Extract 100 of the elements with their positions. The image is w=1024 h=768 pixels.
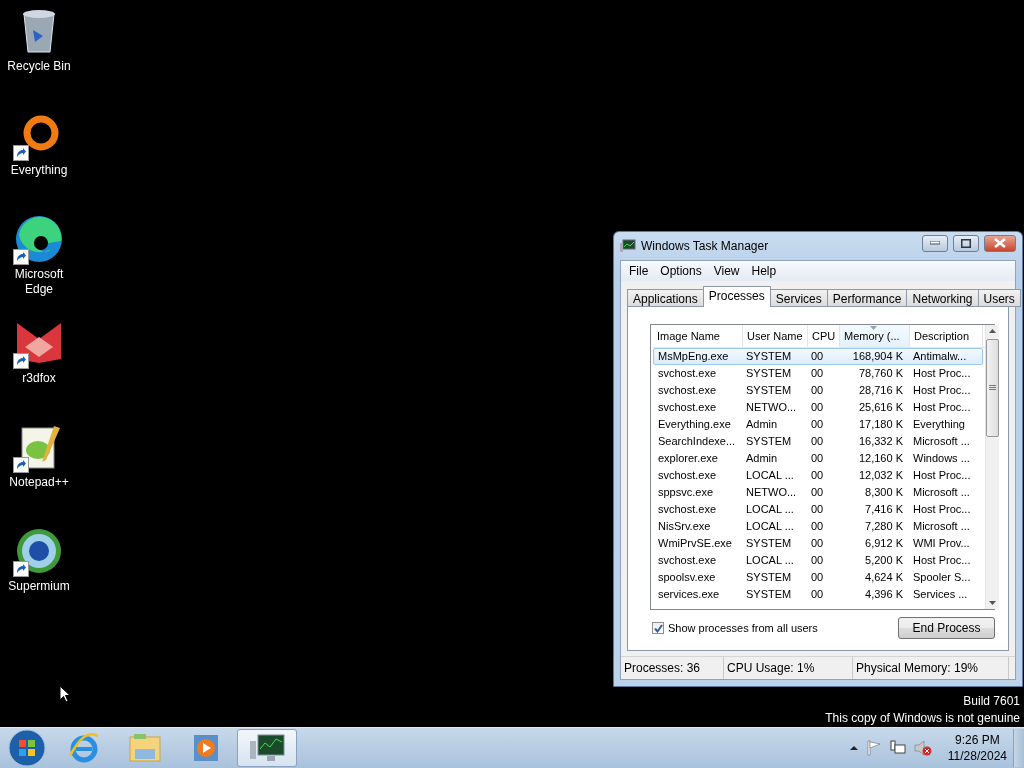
table-cell-text: Admin bbox=[745, 451, 779, 466]
minimize-button[interactable] bbox=[922, 234, 948, 252]
table-cell-text: 7,280 K bbox=[864, 519, 904, 534]
table-cell-text: 00 bbox=[810, 485, 825, 500]
table-cell-text: Admin bbox=[745, 417, 779, 432]
end-process-button[interactable]: End Process bbox=[898, 617, 995, 639]
table-cell-text: LOCAL ... bbox=[745, 502, 795, 517]
process-row[interactable]: services.exe SYSTEM 00 4,396 K Services ... bbox=[653, 586, 983, 603]
tab[interactable]: Performance bbox=[826, 289, 908, 307]
table-cell-text: SYSTEM bbox=[745, 587, 793, 602]
process-row[interactable]: Everything.exe Admin 00 17,180 K Everything bbox=[653, 416, 983, 433]
process-row[interactable]: svchost.exe LOCAL ... 00 12,032 K Host Proc... bbox=[653, 467, 983, 484]
menu-item[interactable]: View bbox=[707, 264, 746, 278]
muted-speaker-icon[interactable] bbox=[913, 740, 932, 756]
menu-item[interactable]: Options bbox=[654, 264, 708, 278]
tab[interactable]: Processes bbox=[702, 286, 771, 307]
window-title: Windows Task Manager bbox=[641, 239, 770, 253]
table-cell-text: WMI Prov... bbox=[912, 536, 971, 551]
status-text: Processes: 36 bbox=[621, 657, 724, 679]
process-row[interactable]: svchost.exe LOCAL ... 00 5,200 K Host Proc... bbox=[653, 552, 983, 569]
table-cell-text: Everything bbox=[912, 417, 966, 432]
table-cell-text: 12,032 K bbox=[857, 468, 904, 483]
table-cell-text: svchost.exe bbox=[657, 553, 718, 568]
globe-logo-icon bbox=[16, 528, 62, 574]
table-cell-text: svchost.exe bbox=[657, 400, 718, 415]
desktop-icon-label[interactable]: Supermium bbox=[1, 579, 77, 594]
menu-item[interactable]: Help bbox=[745, 264, 783, 278]
menu-item[interactable]: File bbox=[623, 264, 655, 278]
start-button[interactable] bbox=[8, 729, 46, 767]
clock[interactable]: 9:26 PM 11/28/2024 bbox=[947, 732, 1007, 764]
desktop-icon-label[interactable]: Everything bbox=[1, 163, 77, 178]
process-row[interactable]: svchost.exe SYSTEM 00 78,760 K Host Proc... bbox=[653, 365, 983, 382]
table-cell-text: MsMpEng.exe bbox=[657, 349, 730, 364]
table-cell-text: LOCAL ... bbox=[745, 519, 795, 534]
table-cell-text: 5,200 K bbox=[864, 553, 904, 568]
table-cell-text: svchost.exe bbox=[657, 366, 718, 381]
table-cell-text: 12,160 K bbox=[857, 451, 904, 466]
table-cell-text: Host Proc... bbox=[912, 502, 972, 517]
desktop-icon-label[interactable]: Notepad++ bbox=[1, 475, 77, 490]
table-cell-text: Windows ... bbox=[912, 451, 971, 466]
table-cell-text: 00 bbox=[810, 349, 825, 364]
table-cell-text: spoolsv.exe bbox=[657, 570, 717, 585]
table-cell-text: sppsvc.exe bbox=[657, 485, 715, 500]
process-row[interactable]: WmiPrvSE.exe SYSTEM 00 6,912 K WMI Prov... bbox=[653, 535, 983, 552]
show-hidden-icons-icon[interactable] bbox=[849, 745, 858, 751]
tab[interactable]: Services bbox=[769, 289, 828, 307]
recycle-bin-icon bbox=[21, 8, 57, 54]
table-cell-text: SYSTEM bbox=[745, 383, 793, 398]
table-cell-text: Host Proc... bbox=[912, 383, 972, 398]
scrollbar[interactable] bbox=[985, 325, 999, 609]
monitor-chart-icon bbox=[249, 733, 285, 763]
table-cell-text: WmiPrvSE.exe bbox=[657, 536, 733, 551]
desktop-icon-label[interactable]: Microsoft Edge bbox=[1, 267, 77, 297]
table-cell-text: 25,616 K bbox=[857, 400, 904, 415]
table-cell-text: 00 bbox=[810, 400, 825, 415]
tab[interactable]: Networking bbox=[906, 289, 979, 307]
table-cell-text: SearchIndexe... bbox=[657, 434, 737, 449]
checkbox-label: Show processes from all users bbox=[668, 622, 818, 634]
process-row[interactable]: MsMpEng.exe SYSTEM 00 168,904 K Antimalw... bbox=[653, 348, 983, 365]
network-icon[interactable] bbox=[889, 740, 906, 756]
desktop-icon-label[interactable]: r3dfox bbox=[1, 371, 77, 386]
process-row[interactable]: explorer.exe Admin 00 12,160 K Windows ... bbox=[653, 450, 983, 467]
watermark-text: Build 7601 bbox=[963, 693, 1020, 710]
tab[interactable]: Users bbox=[977, 289, 1021, 307]
tab[interactable]: Applications bbox=[627, 289, 704, 307]
table-cell-text: NisSrv.exe bbox=[657, 519, 712, 534]
process-row[interactable]: NisSrv.exe LOCAL ... 00 7,280 K Microsoft ... bbox=[653, 518, 983, 535]
table-cell-text: Host Proc... bbox=[912, 468, 972, 483]
table-cell-text: Spooler S... bbox=[912, 570, 972, 585]
grip-icon bbox=[989, 385, 996, 391]
flag-icon[interactable] bbox=[865, 740, 882, 756]
table-cell-text: Services ... bbox=[912, 587, 969, 602]
close-button[interactable] bbox=[984, 234, 1016, 252]
table-cell-text: 00 bbox=[810, 383, 825, 398]
column-header[interactable]: Memory (... bbox=[840, 325, 910, 347]
process-row[interactable]: SearchIndexe... SYSTEM 00 16,332 K Microsoft ... bbox=[653, 433, 983, 450]
maximize-button[interactable] bbox=[953, 234, 979, 252]
desktop-icon-label[interactable]: Recycle Bin bbox=[1, 59, 77, 74]
table-cell-text: NETWO... bbox=[745, 400, 798, 415]
process-row[interactable]: svchost.exe LOCAL ... 00 7,416 K Host Proc... bbox=[653, 501, 983, 518]
table-cell-text: 00 bbox=[810, 468, 825, 483]
taskbar-button[interactable] bbox=[237, 729, 297, 767]
wave-logo-icon bbox=[15, 215, 63, 263]
table-cell-text: 17,180 K bbox=[857, 417, 904, 432]
table-cell-text: 6,912 K bbox=[864, 536, 904, 551]
table-cell-text: 00 bbox=[810, 434, 825, 449]
table-cell-text: 168,904 K bbox=[851, 349, 904, 364]
checkbox[interactable] bbox=[652, 622, 664, 634]
table-cell-text: 00 bbox=[810, 587, 825, 602]
table-cell-text: SYSTEM bbox=[745, 570, 793, 585]
fox-logo-icon bbox=[15, 321, 63, 365]
table-cell-text: SYSTEM bbox=[745, 536, 793, 551]
table-cell-text: 16,332 K bbox=[857, 434, 904, 449]
process-row[interactable]: spoolsv.exe SYSTEM 00 4,624 K Spooler S... bbox=[653, 569, 983, 586]
table-cell-text: Host Proc... bbox=[912, 400, 972, 415]
process-row[interactable]: svchost.exe SYSTEM 00 28,716 K Host Proc... bbox=[653, 382, 983, 399]
sort-arrow-icon bbox=[870, 326, 877, 330]
process-row[interactable]: svchost.exe NETWO... 00 25,616 K Host Proc... bbox=[653, 399, 983, 416]
process-row[interactable]: sppsvc.exe NETWO... 00 8,300 K Microsoft ... bbox=[653, 484, 983, 501]
monitor-chart-icon bbox=[620, 239, 636, 253]
